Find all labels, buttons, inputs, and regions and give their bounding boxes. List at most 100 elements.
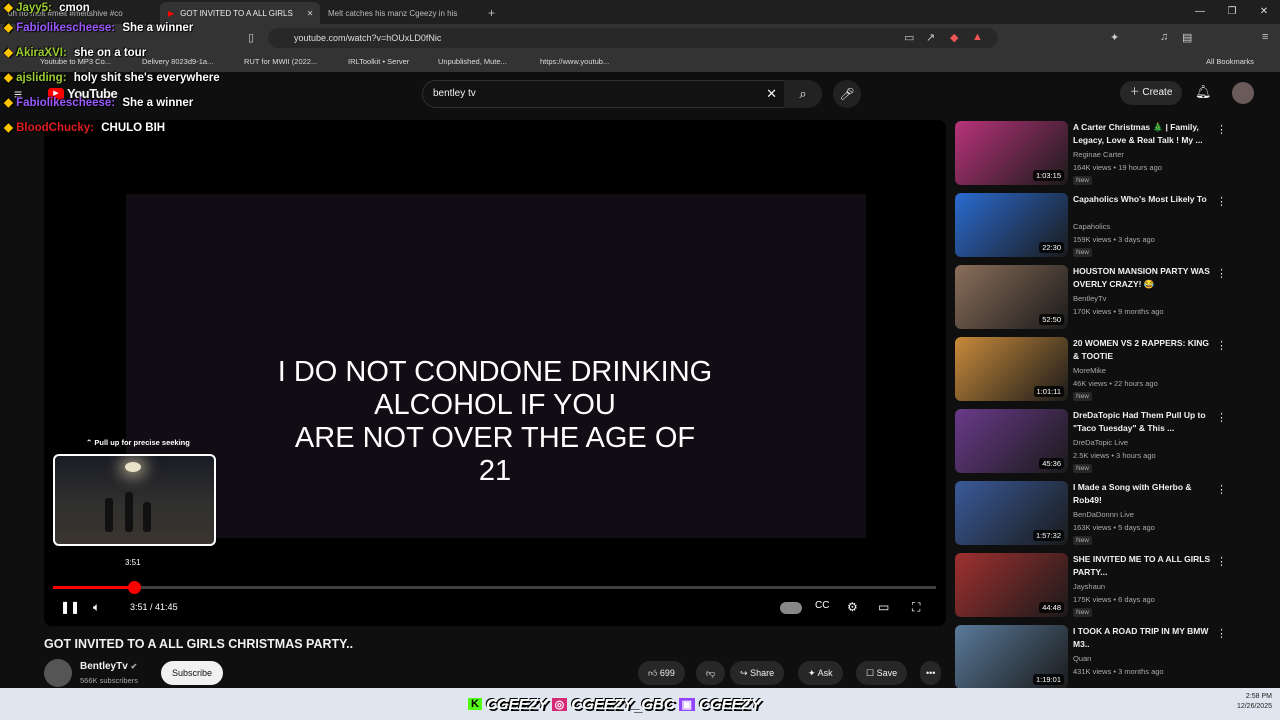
video-thumbnail[interactable]: 52:50 xyxy=(955,265,1068,329)
media-icon[interactable]: ♫ xyxy=(1160,31,1168,43)
bookmark-item[interactable]: https://www.youtub... xyxy=(540,57,609,66)
recommended-channel[interactable]: Reginae Carter xyxy=(1073,150,1124,159)
recommended-channel[interactable]: DreDaTopic Live xyxy=(1073,438,1128,447)
recommended-video[interactable]: 1:01:11 20 WOMEN VS 2 RAPPERS: KING & TO… xyxy=(955,337,1255,403)
recommended-channel[interactable]: MoreMike xyxy=(1073,366,1106,375)
bookmark-item[interactable]: RUT for MWII (2022... xyxy=(244,57,317,66)
overlay-line: ALCOHOL IF YOU xyxy=(374,389,616,421)
recommended-channel[interactable]: BenDaDonnn Live xyxy=(1073,510,1134,519)
kebab-menu-icon[interactable]: ⋮ xyxy=(1216,627,1227,640)
create-button[interactable]: ＋ Create xyxy=(1120,81,1182,105)
video-thumbnail[interactable]: 22:30 xyxy=(955,193,1068,257)
rewards-icon[interactable]: ▲ xyxy=(972,31,983,43)
recommended-video[interactable]: 45:36 DreDaTopic Had Them Pull Up to "Ta… xyxy=(955,409,1255,475)
dislike-button[interactable]: 👎︎ xyxy=(696,661,726,685)
fullscreen-icon[interactable]: ⛶ xyxy=(912,600,920,615)
extensions-icon[interactable]: ✦ xyxy=(1110,31,1119,44)
video-title: GOT INVITED TO A ALL GIRLS CHRISTMAS PAR… xyxy=(44,637,354,651)
kebab-menu-icon[interactable]: ⋮ xyxy=(1216,339,1227,352)
ask-button[interactable]: ✦ Ask xyxy=(798,661,843,685)
kebab-menu-icon[interactable]: ⋮ xyxy=(1216,267,1227,280)
video-thumbnail[interactable]: 1:57:32 xyxy=(955,481,1068,545)
bookmark-item[interactable]: IRLToolkit • Server xyxy=(348,57,409,66)
recommended-title[interactable]: Capaholics Who's Most Likely To xyxy=(1073,193,1213,206)
recommended-title[interactable]: I TOOK A ROAD TRIP IN MY BMW M3.. xyxy=(1073,625,1213,651)
notifications-bell-icon[interactable]: 🔔︎ xyxy=(1195,84,1212,100)
recommended-video[interactable]: 1:19:01 I TOOK A ROAD TRIP IN MY BMW M3.… xyxy=(955,625,1255,691)
share-button[interactable]: ↪ Share xyxy=(730,661,785,685)
kebab-menu-icon[interactable]: ⋮ xyxy=(1216,483,1227,496)
recommended-video[interactable]: 52:50 HOUSTON MANSION PARTY WAS OVERLY C… xyxy=(955,265,1255,331)
new-badge: New xyxy=(1073,248,1093,257)
kebab-menu-icon[interactable]: ⋮ xyxy=(1216,195,1227,208)
total-time: 41:45 xyxy=(155,602,178,612)
search-input[interactable]: bentley tv ✕ xyxy=(422,80,788,108)
search-button[interactable]: ⌕ xyxy=(784,80,822,108)
chat-text: she on a tour xyxy=(73,47,147,59)
new-tab-button[interactable]: + xyxy=(480,2,510,24)
system-tray-clock[interactable]: 2:58 PM 12/26/2025 xyxy=(1237,692,1272,712)
close-window-icon[interactable]: ✕ xyxy=(1248,0,1280,24)
brave-shield-icon[interactable]: ◆ xyxy=(950,31,958,44)
video-player[interactable]: I DO NOT CONDONE DRINKING ALCOHOL IF YOU… xyxy=(44,120,946,626)
new-badge: New xyxy=(1073,608,1093,617)
all-bookmarks[interactable]: All Bookmarks xyxy=(1206,57,1254,66)
captions-icon[interactable]: CC xyxy=(815,600,829,611)
recommended-video[interactable]: 44:48 SHE INVITED ME TO A ALL GIRLS PART… xyxy=(955,553,1255,619)
recommended-channel[interactable]: BentleyTv xyxy=(1073,294,1106,303)
cast-icon[interactable]: ▭ xyxy=(904,31,914,44)
ask-label: Ask xyxy=(817,668,833,678)
like-button[interactable]: 👍︎ 699 xyxy=(638,661,685,685)
recommended-title[interactable]: DreDaTopic Had Them Pull Up to "Taco Tue… xyxy=(1073,409,1213,435)
url-field[interactable]: youtube.com/watch?v=hOUxLD0fNic xyxy=(268,28,998,48)
recommended-title[interactable]: A Carter Christmas 🎄 | Family, Legacy, L… xyxy=(1073,121,1213,147)
video-thumbnail[interactable]: 1:03:15 xyxy=(955,121,1068,185)
recommended-channel[interactable]: Capaholics xyxy=(1073,222,1110,231)
clear-search-icon[interactable]: ✕ xyxy=(766,81,777,107)
tab-melt-catches[interactable]: Melt catches his manz Cgeezy in his xyxy=(320,2,480,24)
kebab-menu-icon[interactable]: ⋮ xyxy=(1216,555,1227,568)
account-avatar[interactable] xyxy=(1232,82,1254,104)
theater-mode-icon[interactable]: ▭ xyxy=(878,600,889,614)
share-page-icon[interactable]: ↗ xyxy=(926,31,935,44)
recommended-title[interactable]: I Made a Song with GHerbo & Rob49! xyxy=(1073,481,1213,507)
menu-icon[interactable]: ≡ xyxy=(1262,31,1268,43)
sidebar-icon[interactable]: ▤ xyxy=(1182,31,1192,44)
kebab-menu-icon[interactable]: ⋮ xyxy=(1216,123,1227,136)
close-tab-icon[interactable]: ✕ xyxy=(307,9,314,18)
channel-avatar[interactable] xyxy=(44,659,72,687)
clock-time: 2:58 PM xyxy=(1245,693,1272,700)
recommended-video[interactable]: 1:57:32 I Made a Song with GHerbo & Rob4… xyxy=(955,481,1255,547)
recommended-video[interactable]: 22:30 Capaholics Who's Most Likely To Ca… xyxy=(955,193,1255,259)
save-button[interactable]: ☐ Save xyxy=(856,661,908,685)
minimize-icon[interactable]: — xyxy=(1184,0,1216,24)
video-thumbnail[interactable]: 44:48 xyxy=(955,553,1068,617)
bookmark-item[interactable]: Unpublished, Mute... xyxy=(438,57,507,66)
recommended-channel[interactable]: Quan xyxy=(1073,654,1091,663)
recommended-video[interactable]: 1:03:15 A Carter Christmas 🎄 | Family, L… xyxy=(955,121,1255,187)
video-thumbnail[interactable]: 1:19:01 xyxy=(955,625,1068,689)
video-thumbnail[interactable]: 1:01:11 xyxy=(955,337,1068,401)
channel-name-text: BentleyTv xyxy=(80,661,128,672)
voice-search-button[interactable]: 🎤︎ xyxy=(833,80,861,108)
video-thumbnail[interactable]: 45:36 xyxy=(955,409,1068,473)
kebab-menu-icon[interactable]: ⋮ xyxy=(1216,411,1227,424)
maximize-icon[interactable]: ❐ xyxy=(1216,0,1248,24)
more-icon: ••• xyxy=(926,668,936,678)
tab-label: Melt catches his manz Cgeezy in his xyxy=(328,8,458,18)
subscribe-button[interactable]: Subscribe xyxy=(161,661,223,685)
more-actions-button[interactable]: ••• xyxy=(920,661,942,685)
recommended-title[interactable]: SHE INVITED ME TO A ALL GIRLS PARTY... xyxy=(1073,553,1213,579)
recommended-channel[interactable]: Jayshaun xyxy=(1073,582,1105,591)
settings-gear-icon[interactable]: ⚙ xyxy=(847,600,858,614)
channel-name[interactable]: BentleyTv ✔ xyxy=(80,661,137,672)
recommended-title[interactable]: HOUSTON MANSION PARTY WAS OVERLY CRAZY! … xyxy=(1073,265,1213,291)
progress-bar[interactable] xyxy=(53,581,936,594)
pause-icon[interactable]: ❚❚ xyxy=(60,600,80,614)
bookmark-item[interactable]: Delivery 8023d9-1a... xyxy=(142,57,213,66)
autoplay-toggle[interactable] xyxy=(780,602,802,614)
bookmark-icon[interactable]: ▯ xyxy=(248,31,254,44)
recommended-title[interactable]: 20 WOMEN VS 2 RAPPERS: KING & TOOTIE xyxy=(1073,337,1213,363)
volume-icon[interactable]: 🔈︎ xyxy=(93,600,100,615)
recommended-meta: 159K views • 3 days ago xyxy=(1073,235,1155,244)
